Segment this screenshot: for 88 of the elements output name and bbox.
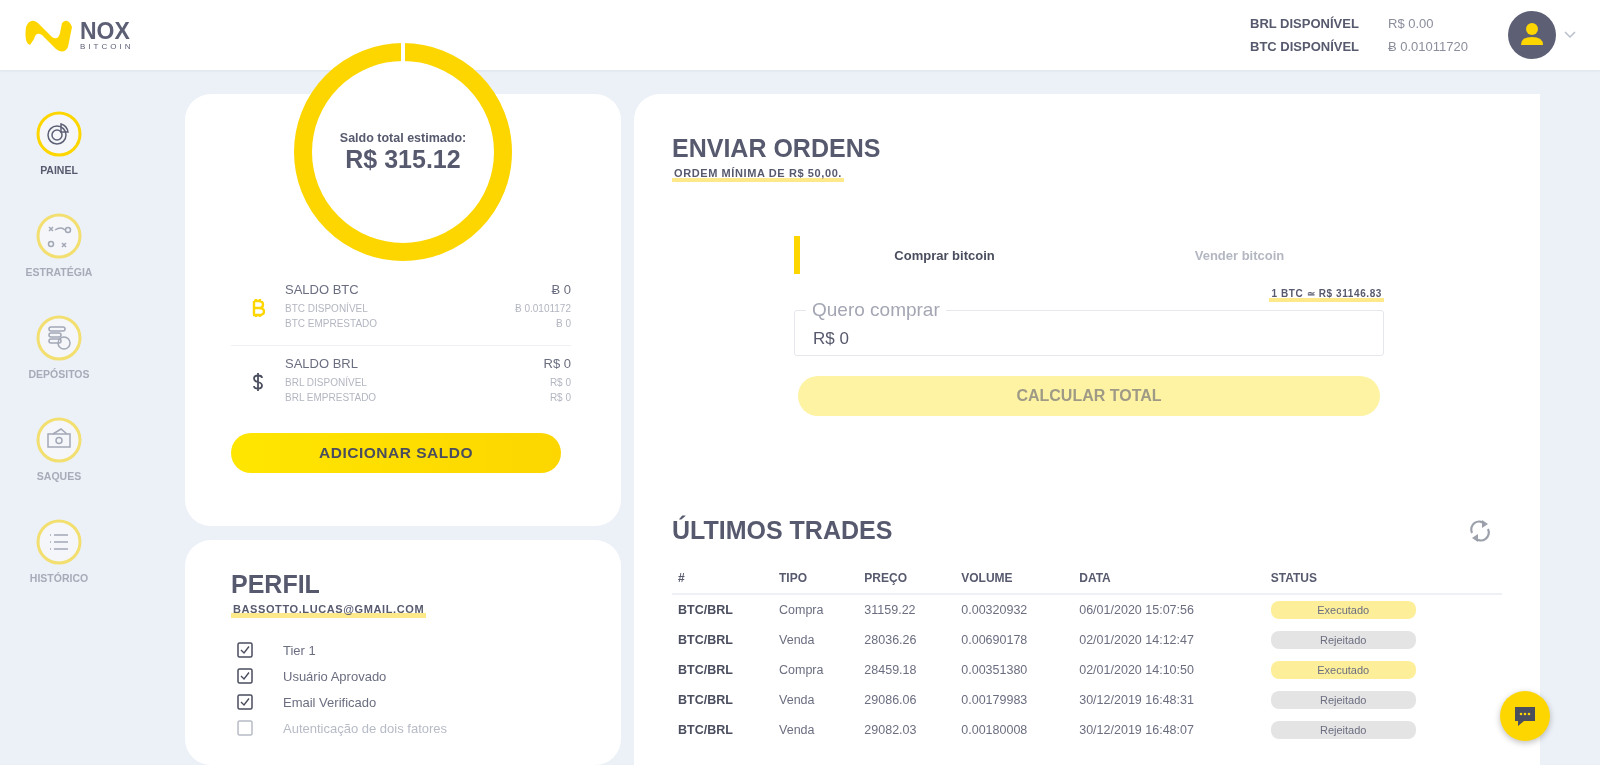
column-header: STATUS	[1264, 571, 1502, 594]
check-label: Usuário Aprovado	[283, 668, 387, 684]
balance-value: R$ 0.00	[1388, 16, 1434, 31]
dollar-icon	[252, 371, 264, 392]
checkbox[interactable]	[237, 720, 253, 736]
add-balance-button[interactable]: ADICIONAR SALDO	[231, 433, 561, 473]
coin-chart-icon	[35, 110, 83, 158]
exchange-rate: 1 BTC ≃ R$ 31146.83	[1269, 288, 1384, 302]
table-cell-text: BTC/BRL	[677, 692, 734, 709]
table-cell-text: BTC/BRL	[677, 632, 734, 649]
sidebar-item[interactable]: HISTÓRICO	[9, 518, 109, 584]
check-label: Autenticação de dois fatores	[283, 720, 448, 736]
avatar[interactable]	[1508, 11, 1556, 59]
table-cell: 0.00320932	[955, 594, 1074, 625]
check-label: Tier 1	[283, 642, 316, 658]
list-icon	[35, 518, 83, 566]
banknote-icon	[35, 416, 83, 464]
profile-title: PERFIL	[231, 570, 321, 599]
balance-line-label: BTC EMPRESTADO	[285, 318, 378, 329]
table-cell-text: 28459.18	[863, 662, 918, 679]
minimum-order-note: ORDEM MÍNIMA DE R$ 50,00.	[672, 167, 844, 182]
sidebar-item[interactable]: DEPÓSITOS	[9, 314, 109, 380]
table-cell-text: Compra	[778, 662, 825, 679]
column-header: TIPO	[773, 571, 859, 594]
column-header: #	[672, 571, 774, 594]
balance-total: R$ 0	[543, 356, 571, 371]
checkbox[interactable]	[237, 694, 253, 710]
table-cell-text: 0.00179983	[960, 692, 1029, 709]
balance-title: SALDO BTC	[285, 282, 359, 297]
refresh-icon[interactable]	[1468, 517, 1492, 544]
balance-line-value: Ƀ 0.0101172	[515, 303, 571, 314]
table-cell: BTC/BRL	[672, 594, 774, 625]
balance-line-label: BTC DISPONÍVEL	[285, 303, 368, 314]
balance-label: BRL DISPONÍVEL	[1250, 16, 1360, 31]
trades-title: ÚLTIMOS TRADES	[672, 516, 893, 545]
tab[interactable]: Vender bitcoin	[1089, 236, 1384, 274]
table-cell-text: Venda	[778, 722, 816, 739]
balance-total: Ƀ 0	[551, 282, 571, 297]
balance-line-value: Ƀ 0	[556, 318, 571, 329]
balance-title: SALDO BRL	[285, 356, 358, 371]
table-cell-text: Venda	[778, 632, 816, 649]
orders-title: ENVIAR ORDENS	[672, 134, 882, 163]
field-label: Quero comprar	[806, 300, 946, 319]
table-cell-text: 0.00180008	[960, 722, 1029, 739]
sidebar-item[interactable]: SAQUES	[9, 416, 109, 482]
status-badge: Rejeitado	[1270, 691, 1416, 709]
column-header: VOLUME	[955, 571, 1074, 594]
sidebar-item[interactable]: PAINEL	[9, 110, 109, 176]
table-cell-text: 29082.03	[863, 722, 918, 739]
tab[interactable]: Comprar bitcoin	[794, 236, 1089, 274]
balance-value: Ƀ 0.01011720	[1388, 39, 1468, 54]
table-cell-text: 29086.06	[863, 692, 918, 709]
table-cell-text: 30/12/2019 16:48:07	[1078, 722, 1195, 739]
total-balance-label: Saldo total estimado:	[339, 130, 467, 145]
table-cell: 06/01/2020 15:07:56	[1073, 594, 1265, 625]
logo-subtitle: BITCOIN	[80, 42, 134, 51]
sidebar-item[interactable]: ESTRATÉGIA	[9, 212, 109, 278]
balance-line-label: BRL EMPRESTADO	[285, 392, 377, 403]
status-badge: Executado	[1270, 661, 1416, 679]
profile-email: BASSOTTO.LUCAS@GMAIL.COM	[231, 603, 427, 618]
table-cell-text: 02/01/2020 14:12:47	[1078, 632, 1195, 649]
table-cell-text: BTC/BRL	[677, 722, 734, 739]
balance-line-value: R$ 0	[549, 377, 571, 388]
table-cell-text: Venda	[778, 692, 816, 709]
table-cell-text: BTC/BRL	[677, 662, 734, 679]
status-badge: Rejeitado	[1270, 631, 1416, 649]
table-cell-text: 0.00690178	[960, 632, 1029, 649]
balance-line-value: R$ 0	[549, 392, 571, 403]
checkbox[interactable]	[237, 642, 253, 658]
balance-label: BTC DISPONÍVEL	[1250, 39, 1361, 54]
status-badge: Executado	[1270, 601, 1416, 619]
column-header: DATA	[1073, 571, 1265, 594]
coins-icon	[35, 314, 83, 362]
column-header: PREÇO	[858, 571, 956, 594]
table-cell-text: 28036.26	[863, 632, 918, 649]
total-balance-value: R$ 315.12	[345, 144, 461, 174]
table-cell: Compra	[773, 594, 859, 625]
status-badge: Rejeitado	[1270, 721, 1416, 739]
balance-line-label: BRL DISPONÍVEL	[285, 377, 367, 388]
checkbox[interactable]	[237, 668, 253, 684]
table-cell-text: 30/12/2019 16:48:31	[1078, 692, 1195, 709]
table-cell: 31159.22	[858, 594, 956, 625]
table-cell-text: 02/01/2020 14:10:50	[1078, 662, 1195, 679]
logo-name: NOX	[80, 19, 131, 43]
strategy-icon	[35, 212, 83, 260]
check-label: Email Verificado	[283, 694, 377, 710]
table-cell-text: 0.00351380	[960, 662, 1029, 679]
bitcoin-icon	[251, 297, 265, 318]
